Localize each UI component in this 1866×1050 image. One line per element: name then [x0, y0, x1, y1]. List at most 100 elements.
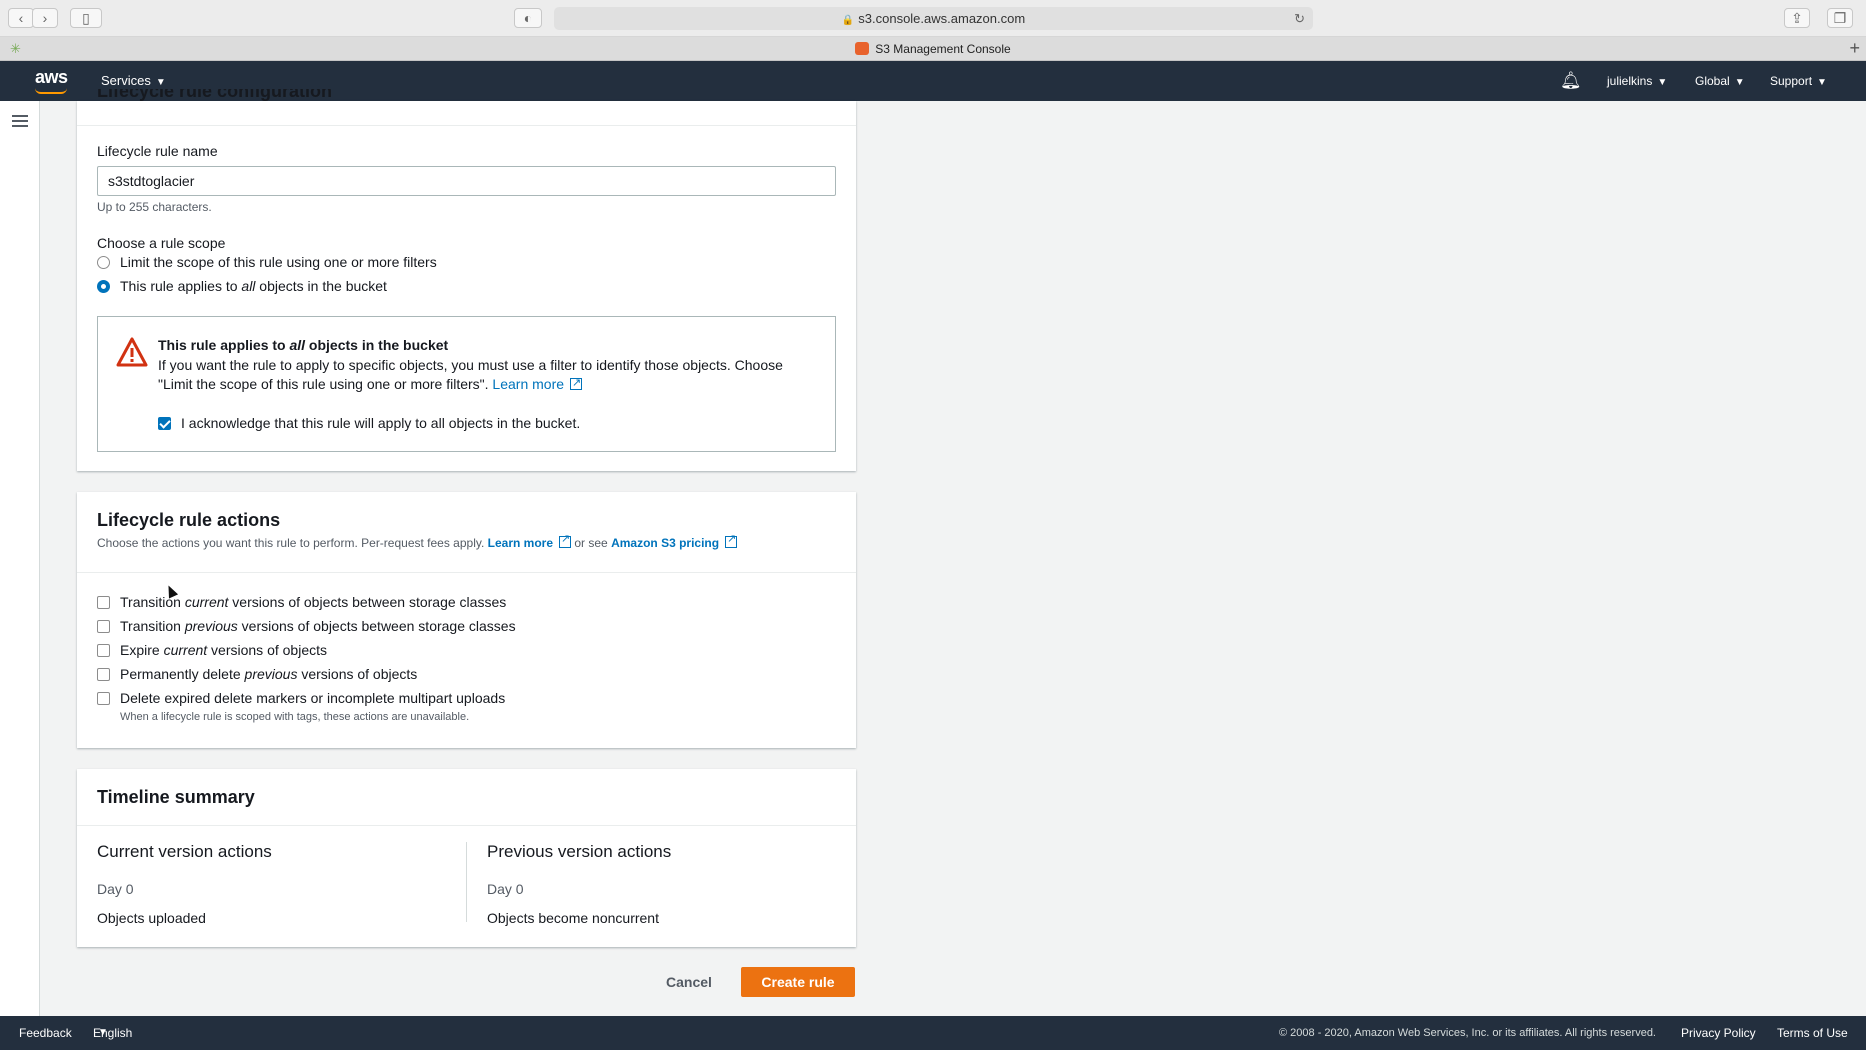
action-label-em: previous: [244, 666, 298, 682]
scope-option-all-label: This rule applies to: [120, 278, 242, 294]
reload-icon[interactable]: ↻: [1294, 7, 1305, 30]
caret-down-icon: ▼: [98, 1027, 108, 1038]
action-checkbox[interactable]: [97, 620, 110, 633]
region-label: Global: [1695, 74, 1730, 88]
action-checkbox[interactable]: [97, 596, 110, 609]
user-menu[interactable]: julielkins ▼: [1607, 61, 1667, 103]
tab-title: S3 Management Console: [875, 42, 1011, 56]
scope-option-filter-label: Limit the scope of this rule using one o…: [120, 254, 437, 270]
shield-icon[interactable]: ◐: [514, 8, 542, 28]
warning-body: If you want the rule to apply to specifi…: [158, 357, 783, 392]
caret-down-icon: ▼: [1817, 77, 1827, 88]
timeline-summary-panel: Timeline summary Current version actions…: [77, 769, 856, 947]
address-bar[interactable]: 🔒 s3.console.aws.amazon.com ↻: [554, 7, 1313, 30]
action-expire-current[interactable]: Expire current versions of objects: [97, 640, 327, 660]
action-checkbox[interactable]: [97, 692, 110, 705]
warning-title: This rule applies to all objects in the …: [158, 337, 448, 353]
sidebar-toggle-icon[interactable]: ▯: [70, 8, 102, 28]
action-transition-previous[interactable]: Transition previous versions of objects …: [97, 616, 516, 636]
services-label: Services: [101, 73, 151, 88]
action-label: Permanently delete: [120, 666, 245, 682]
current-event: Objects uploaded: [97, 910, 206, 926]
support-label: Support: [1770, 74, 1813, 88]
footer: Feedback English (US)▼ © 2008 - 2020, Am…: [0, 1016, 1866, 1050]
caret-down-icon: ▼: [155, 77, 166, 88]
rule-name-hint: Up to 255 characters.: [97, 200, 212, 214]
panel-title-partial: Lifecycle rule configuration: [97, 89, 333, 101]
user-label: julielkins: [1607, 74, 1653, 88]
caret-down-icon: ▼: [1657, 77, 1668, 88]
actions-note: When a lifecycle rule is scoped with tag…: [120, 711, 470, 723]
caret-down-icon: ▼: [1734, 77, 1745, 88]
timeline-title: Timeline summary: [97, 787, 255, 807]
scope-option-all[interactable]: This rule applies to all objects in the …: [97, 276, 387, 296]
external-link-icon: [570, 374, 583, 393]
action-label-end: versions of objects: [207, 642, 327, 658]
privacy-policy-link[interactable]: Privacy Policy: [1681, 1016, 1756, 1050]
back-arrow-icon[interactable]: ‹: [8, 8, 34, 28]
feedback-link[interactable]: Feedback: [19, 1016, 72, 1050]
action-label: Transition: [120, 618, 185, 634]
rule-name-label: Lifecycle rule name: [97, 143, 218, 159]
aws-logo[interactable]: aws: [35, 67, 68, 88]
acknowledge-checkbox-row[interactable]: I acknowledge that this rule will apply …: [158, 413, 580, 433]
warning-title-em: all: [289, 337, 306, 353]
scope-label: Choose a rule scope: [97, 235, 226, 251]
action-label-em: current: [163, 642, 208, 658]
action-checkbox[interactable]: [97, 644, 110, 657]
action-delete-previous[interactable]: Permanently delete previous versions of …: [97, 664, 417, 684]
browser-toolbar: ‹ › ▯ ◐ 🔒 s3.console.aws.amazon.com ↻ ⇪ ❐: [0, 0, 1866, 37]
share-icon[interactable]: ⇪: [1784, 8, 1810, 28]
s3-pricing-link[interactable]: Amazon S3 pricing: [611, 536, 719, 550]
bell-icon[interactable]: 🔔︎: [1560, 61, 1582, 101]
tab-active[interactable]: S3 Management Console: [0, 37, 1866, 61]
warning-text: If you want the rule to apply to specifi…: [158, 356, 818, 394]
radio-button[interactable]: [97, 256, 110, 269]
new-tab-icon[interactable]: +: [1849, 37, 1860, 59]
learn-more-link[interactable]: Learn more: [488, 536, 553, 550]
previous-day: Day 0: [487, 881, 524, 897]
scope-option-all-em: all: [241, 278, 256, 294]
or-see-text: or see: [574, 536, 608, 550]
actions-desc-text: Choose the actions you want this rule to…: [97, 536, 485, 550]
action-delete-markers[interactable]: Delete expired delete markers or incompl…: [97, 688, 505, 708]
action-transition-current[interactable]: Transition current versions of objects b…: [97, 592, 506, 612]
copyright-text: © 2008 - 2020, Amazon Web Services, Inc.…: [1279, 1027, 1656, 1039]
external-link-icon: [725, 532, 738, 548]
divider: [77, 125, 856, 126]
acknowledge-checkbox[interactable]: [158, 417, 171, 430]
warning-title-end: objects in the bucket: [305, 337, 449, 353]
lock-icon: 🔒: [841, 15, 855, 26]
warning-icon: [116, 337, 148, 367]
rule-name-input[interactable]: s3stdtoglacier: [97, 166, 836, 196]
action-label: Delete expired delete markers or incompl…: [120, 690, 506, 706]
radio-button-selected[interactable]: [97, 280, 110, 293]
menu-icon[interactable]: [12, 115, 28, 127]
create-rule-button[interactable]: Create rule: [741, 967, 855, 997]
terms-of-use-link[interactable]: Terms of Use: [1777, 1016, 1848, 1050]
action-checkbox[interactable]: [97, 668, 110, 681]
learn-more-link[interactable]: Learn more: [492, 376, 564, 392]
previous-version-title: Previous version actions: [487, 842, 672, 861]
rule-actions-panel: Lifecycle rule actions Choose the action…: [77, 492, 856, 748]
region-menu[interactable]: Global ▼: [1695, 61, 1745, 103]
tab-bar: ✳ S3 Management Console +: [0, 37, 1866, 61]
warning-alert: This rule applies to all objects in the …: [97, 316, 836, 452]
left-rail: [0, 101, 40, 1016]
support-menu[interactable]: Support ▼: [1770, 61, 1827, 103]
action-label-end: versions of objects between storage clas…: [237, 618, 516, 634]
cancel-button[interactable]: Cancel: [658, 967, 720, 997]
action-label-em: current: [184, 594, 229, 610]
s3-favicon-icon: [855, 42, 870, 55]
action-label: Expire: [120, 642, 164, 658]
current-version-title: Current version actions: [97, 842, 272, 861]
action-label-end: versions of objects: [297, 666, 418, 682]
current-day: Day 0: [97, 881, 134, 897]
divider: [77, 825, 856, 826]
scope-option-filter[interactable]: Limit the scope of this rule using one o…: [97, 252, 437, 272]
previous-event: Objects become noncurrent: [487, 910, 659, 926]
tabs-overview-icon[interactable]: ❐: [1827, 8, 1853, 28]
action-label-em: previous: [184, 618, 238, 634]
forward-arrow-icon[interactable]: ›: [32, 8, 58, 28]
actions-description: Choose the actions you want this rule to…: [97, 532, 738, 550]
